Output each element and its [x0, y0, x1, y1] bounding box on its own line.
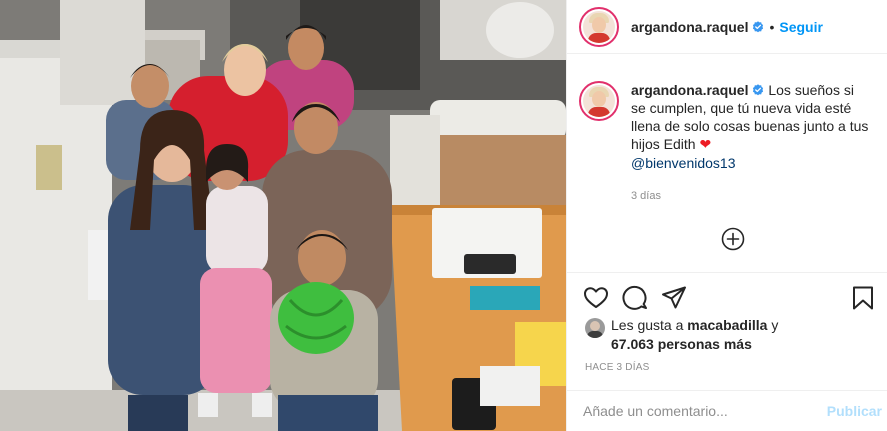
likes-connector: y — [771, 317, 779, 333]
group-photo-illustration — [0, 0, 566, 431]
publish-button[interactable]: Publicar — [827, 403, 882, 419]
caption-mention-link[interactable]: @bienvenidos13 — [631, 154, 871, 172]
instagram-post: argandona.raquel • Seguir argandona.raqu… — [0, 0, 887, 431]
bookmark-icon[interactable] — [850, 285, 876, 311]
likes-text: Les gusta a macabadilla y 67.063 persona… — [611, 316, 778, 354]
comment-input[interactable] — [583, 403, 827, 419]
caption-username[interactable]: argandona.raquel — [631, 82, 748, 98]
caption-author-avatar[interactable] — [579, 81, 619, 121]
verified-badge-icon — [753, 84, 764, 96]
follow-button[interactable]: Seguir — [779, 19, 823, 35]
caption-time-ago: 3 días — [631, 190, 661, 202]
caption-text-block: argandona.raquel Los sueños si se cumple… — [631, 81, 871, 172]
plus-circle-icon[interactable] — [721, 227, 745, 251]
likes-prefix: Les gusta a — [611, 317, 684, 333]
post-caption: argandona.raquel Los sueños si se cumple… — [579, 81, 879, 172]
post-photo[interactable] — [0, 0, 566, 431]
post-side-panel: argandona.raquel • Seguir argandona.raqu… — [566, 0, 887, 431]
liker-username[interactable]: macabadilla — [687, 317, 767, 333]
comment-form: Publicar — [567, 390, 887, 431]
post-actions-bar — [567, 272, 887, 322]
speech-bubble-icon[interactable] — [622, 285, 648, 311]
paper-plane-icon[interactable] — [661, 285, 687, 311]
red-heart-emoji: ❤ — [699, 136, 712, 152]
heart-outline-icon[interactable] — [583, 285, 609, 311]
author-username[interactable]: argandona.raquel — [631, 19, 748, 35]
verified-badge-icon — [753, 20, 764, 32]
post-timestamp: HACE 3 DÍAS — [585, 362, 650, 373]
likes-count[interactable]: 67.063 personas más — [611, 336, 752, 352]
liker-avatar[interactable] — [585, 318, 605, 338]
likes-summary: Les gusta a macabadilla y 67.063 persona… — [585, 316, 885, 354]
header-separator: • — [769, 18, 775, 35]
author-avatar[interactable] — [579, 6, 619, 47]
post-header: argandona.raquel • Seguir — [567, 0, 887, 54]
